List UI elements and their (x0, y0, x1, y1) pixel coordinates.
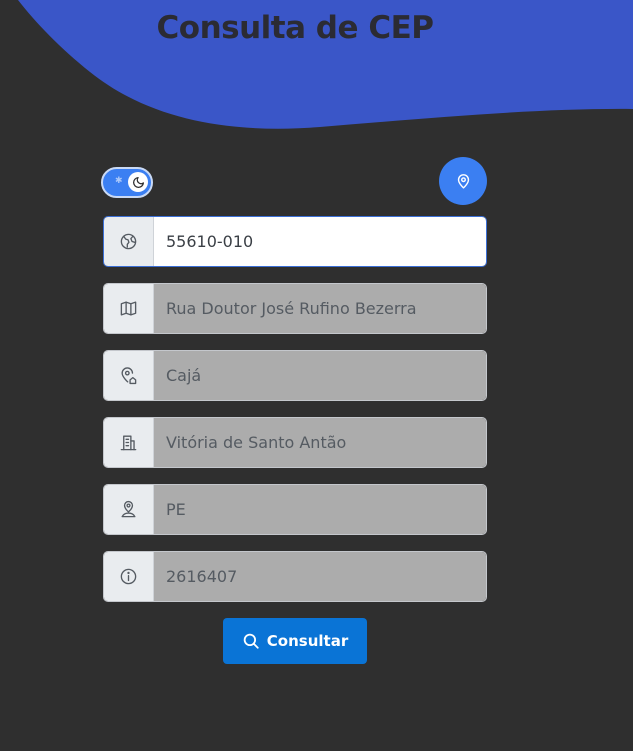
state-field (103, 484, 487, 535)
ibge-field (103, 551, 487, 602)
street-input[interactable] (154, 284, 486, 333)
city-input[interactable] (154, 418, 486, 467)
street-field (103, 283, 487, 334)
ibge-addon (104, 552, 154, 601)
consult-button[interactable]: Consultar (223, 618, 367, 664)
map-icon (120, 301, 137, 316)
map-pin-home-icon (121, 367, 137, 385)
info-circle-icon (120, 568, 137, 585)
map-pin-icon (457, 173, 469, 189)
city-addon (104, 418, 154, 467)
user-pin-icon (121, 500, 136, 518)
ibge-input[interactable] (154, 552, 486, 601)
search-icon (243, 633, 259, 649)
consult-button-label: Consultar (266, 632, 349, 650)
district-field (103, 350, 487, 401)
state-input[interactable] (154, 485, 486, 534)
geolocation-button[interactable] (439, 157, 487, 205)
moon-icon (132, 176, 144, 188)
cep-field (103, 216, 487, 267)
page-title: Consulta de CEP (156, 10, 434, 46)
sun-icon: ✱ (115, 176, 123, 186)
theme-toggle[interactable]: ✱ (101, 167, 153, 198)
toggle-knob (128, 172, 148, 192)
cep-addon (104, 217, 154, 266)
globe-icon (120, 233, 137, 250)
building-icon (120, 435, 137, 451)
district-input[interactable] (154, 351, 486, 400)
district-addon (104, 351, 154, 400)
street-addon (104, 284, 154, 333)
city-field (103, 417, 487, 468)
state-addon (104, 485, 154, 534)
cep-input[interactable] (154, 217, 486, 266)
